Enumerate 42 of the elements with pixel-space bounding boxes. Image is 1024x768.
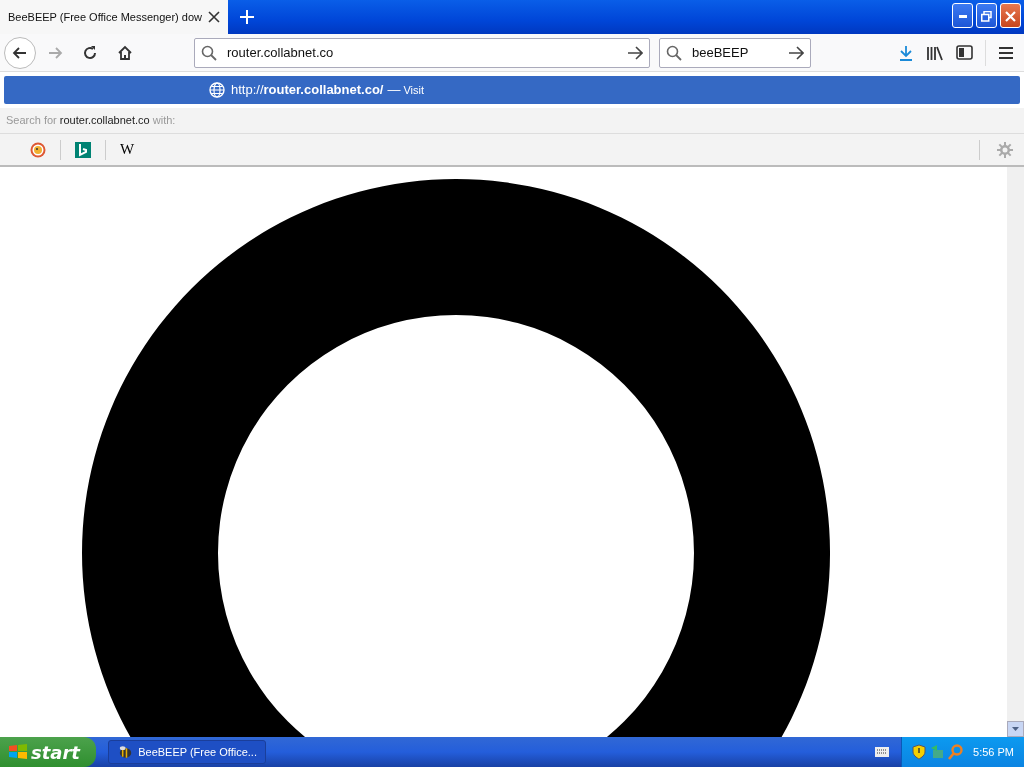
library-icon[interactable] — [926, 44, 944, 61]
url-field[interactable]: router.collabnet.co — [194, 37, 650, 68]
duck-icon — [30, 141, 46, 158]
search-icon — [666, 44, 682, 61]
close-icon[interactable] — [208, 11, 220, 23]
download-icon[interactable] — [898, 44, 914, 61]
minimize-icon — [958, 14, 967, 18]
down-arrow-icon — [1012, 727, 1019, 731]
arrow-icon[interactable] — [788, 44, 804, 61]
separator-text: — — [387, 81, 401, 100]
sidebar-icon[interactable] — [956, 45, 973, 60]
search-with-text: Search for router.collabnet.co with: — [6, 113, 176, 129]
search-field[interactable]: beeBEEP — [659, 37, 811, 68]
keyboard-icon[interactable] — [875, 747, 890, 757]
clock-text: 5:56 PM — [973, 744, 1014, 760]
suggestion-row[interactable]: http://router.collabnet.co/ — Visit — [4, 76, 1020, 104]
close-icon — [1005, 10, 1016, 22]
plus-icon[interactable] — [240, 10, 254, 24]
search-engine-button[interactable]: W — [106, 138, 149, 161]
bee-icon — [117, 745, 133, 759]
reload-icon — [81, 43, 99, 62]
globe-icon — [209, 82, 225, 98]
restore-icon — [981, 10, 992, 22]
visit-label: Visit — [403, 82, 425, 98]
start-button[interactable]: start — [0, 737, 96, 767]
browser-tab[interactable]: BeeBEEP (Free Office Messenger) dow — [0, 0, 228, 34]
shield-icon[interactable] — [912, 744, 927, 760]
url-input[interactable]: router.collabnet.co — [225, 41, 619, 64]
restore-button[interactable] — [976, 3, 997, 28]
menu-icon[interactable] — [998, 45, 1014, 60]
search-input[interactable]: beeBEEP — [690, 41, 780, 64]
scroll-down-button[interactable] — [1007, 721, 1024, 737]
url-text: http://router.collabnet.co/ — [231, 81, 384, 100]
taskbar-button[interactable]: BeeBEEP (Free Office... — [108, 740, 266, 764]
close-button[interactable] — [1000, 3, 1021, 28]
arrow-icon[interactable] — [627, 44, 643, 61]
windows-logo-icon — [8, 743, 28, 761]
minimize-button[interactable] — [952, 3, 973, 28]
home-icon — [116, 43, 134, 62]
search-icon — [201, 44, 217, 61]
bing-icon — [75, 141, 91, 158]
back-button[interactable] — [4, 36, 36, 69]
